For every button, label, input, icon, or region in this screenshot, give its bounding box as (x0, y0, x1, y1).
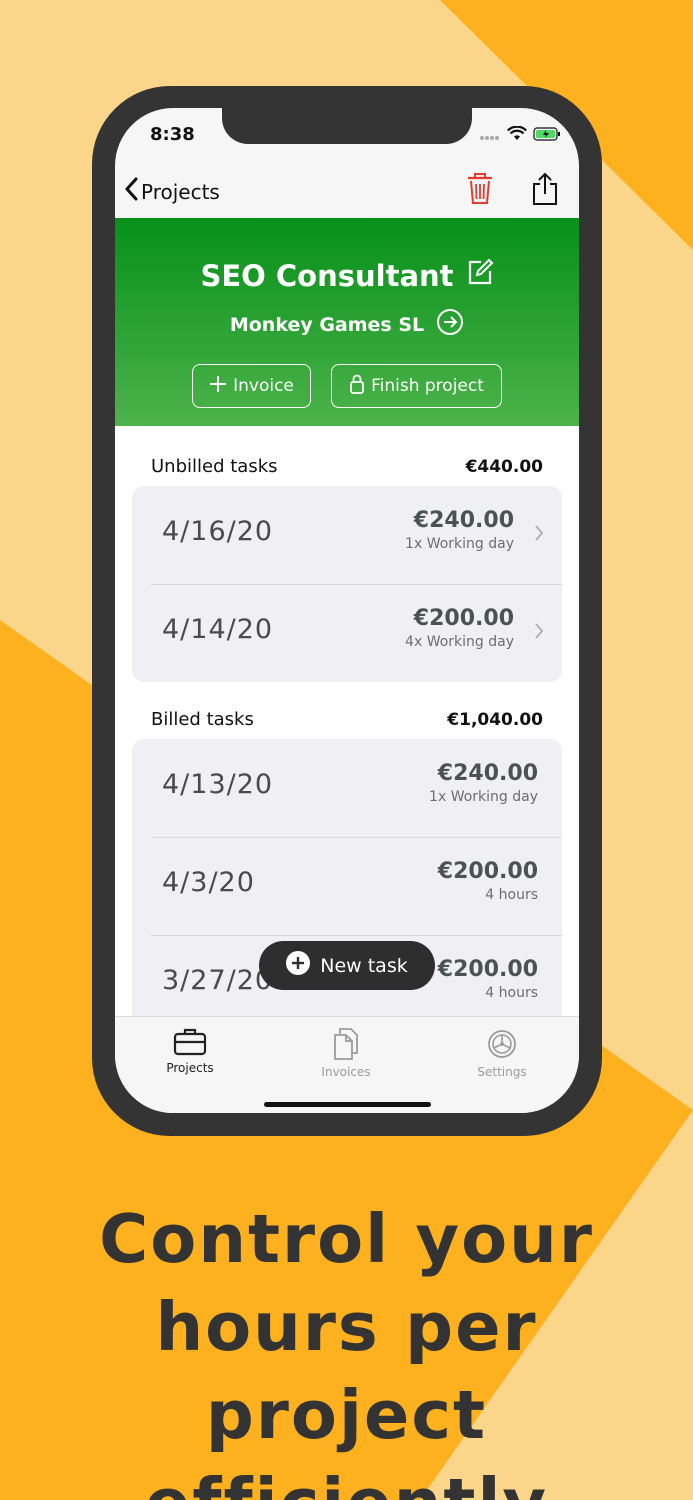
signal-icon (479, 126, 501, 145)
unbilled-section-total: €440.00 (465, 457, 543, 477)
headline-line-2: hours per (155, 1288, 538, 1366)
task-detail: 4 hours (485, 985, 538, 1001)
task-date: 4/13/20 (162, 769, 274, 800)
plus-icon (209, 375, 227, 398)
task-amount: €200.00 (437, 859, 538, 884)
client-name: Monkey Games SL (229, 313, 425, 336)
task-date: 3/27/20 (162, 965, 274, 996)
task-list: Unbilled tasks €440.00 4/16/20 €240.00 1… (115, 426, 579, 1039)
new-task-label: New task (320, 954, 408, 977)
unbilled-card: 4/16/20 €240.00 1x Working day 4/14/20 €… (132, 486, 562, 682)
invoice-label: Invoice (233, 376, 294, 396)
chevron-left-icon (123, 176, 139, 207)
task-amount: €240.00 (413, 508, 514, 533)
add-invoice-button[interactable]: Invoice (192, 364, 311, 408)
task-date: 4/16/20 (162, 516, 274, 547)
back-label: Projects (141, 179, 220, 204)
nav-bar: Projects (115, 168, 579, 218)
new-task-button[interactable]: New task (259, 941, 435, 990)
finish-project-button[interactable]: Finish project (331, 364, 502, 408)
project-title-row: SEO Consultant (115, 258, 579, 293)
status-icons (479, 125, 561, 145)
arrow-circle-right-icon[interactable] (436, 308, 464, 341)
project-title: SEO Consultant (200, 258, 454, 293)
app-screen: 8:38 Projects SEO Consultant Monkey Game… (115, 108, 579, 1113)
home-indicator (264, 1102, 431, 1107)
delete-button[interactable] (465, 172, 495, 210)
chevron-right-icon (534, 524, 544, 546)
status-time: 8:38 (150, 124, 195, 145)
share-button[interactable] (530, 172, 560, 210)
task-date: 4/14/20 (162, 614, 274, 645)
task-detail: 1x Working day (405, 536, 514, 552)
gear-icon (488, 1030, 516, 1058)
tab-invoices[interactable]: Invoices (286, 1027, 406, 1079)
unbilled-section-title: Unbilled tasks (151, 456, 278, 477)
table-row[interactable]: 4/16/20 €240.00 1x Working day (132, 486, 562, 584)
tab-label: Invoices (321, 1065, 371, 1079)
task-amount: €200.00 (437, 957, 538, 982)
tab-settings[interactable]: Settings (442, 1027, 562, 1079)
task-amount: €240.00 (437, 761, 538, 786)
share-icon (530, 172, 560, 210)
edit-icon[interactable] (466, 258, 494, 293)
table-row[interactable]: 4/13/20 €240.00 1x Working day (132, 739, 562, 837)
task-detail: 4 hours (485, 887, 538, 903)
lock-icon (349, 374, 365, 399)
tab-label: Projects (166, 1061, 214, 1075)
table-row[interactable]: 4/14/20 €200.00 4x Working day (132, 584, 562, 682)
marketing-headline: Control your hours per project efficient… (0, 1195, 693, 1500)
chevron-right-icon (534, 622, 544, 644)
project-header: SEO Consultant Monkey Games SL Invoice F… (115, 218, 579, 426)
billed-section-total: €1,040.00 (447, 710, 543, 730)
tab-bar: Projects Invoices Settings (115, 1016, 579, 1113)
task-detail: 1x Working day (429, 789, 538, 805)
battery-icon (533, 126, 561, 145)
tab-label: Settings (477, 1065, 527, 1079)
documents-icon (334, 1028, 358, 1060)
headline-line-1: Control your (99, 1200, 594, 1278)
task-detail: 4x Working day (405, 634, 514, 650)
plus-circle-icon (286, 951, 311, 980)
client-row[interactable]: Monkey Games SL (115, 308, 579, 341)
tab-projects[interactable]: Projects (130, 1027, 250, 1075)
wifi-icon (507, 125, 527, 145)
table-row[interactable]: 4/3/20 €200.00 4 hours (132, 837, 562, 935)
task-date: 4/3/20 (162, 867, 255, 898)
trash-icon (465, 173, 495, 210)
back-button[interactable]: Projects (123, 176, 220, 207)
phone-notch (222, 108, 472, 144)
billed-card: 4/13/20 €240.00 1x Working day 4/3/20 €2… (132, 739, 562, 1039)
billed-section-title: Billed tasks (151, 709, 254, 730)
headline-line-3: project efficiently (145, 1376, 546, 1500)
briefcase-icon (173, 1028, 207, 1056)
finish-label: Finish project (371, 376, 484, 396)
task-amount: €200.00 (413, 606, 514, 631)
